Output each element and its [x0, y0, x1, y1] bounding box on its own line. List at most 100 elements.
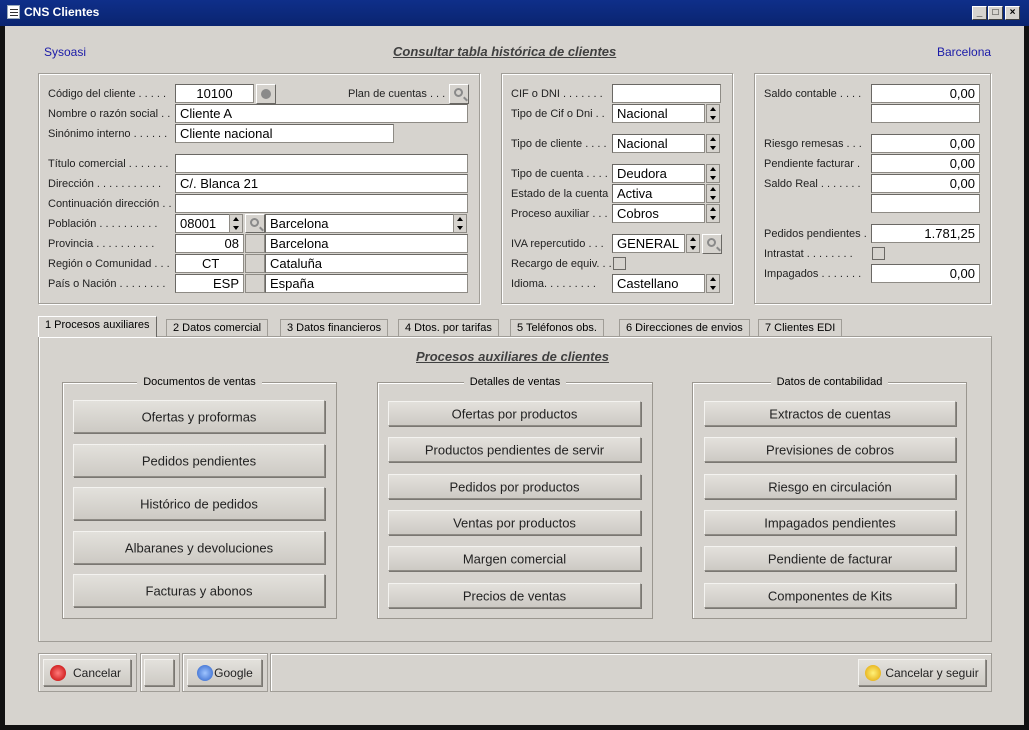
titulo-field[interactable] — [175, 154, 468, 173]
idioma-spinner[interactable] — [706, 274, 720, 293]
tab-clientes-edi[interactable]: 7 Clientes EDI — [758, 319, 843, 336]
cancel-button[interactable]: Cancelar — [43, 659, 131, 686]
plan-search-button[interactable] — [449, 84, 469, 104]
iva-spinner[interactable] — [686, 234, 700, 253]
provincia-field[interactable]: Barcelona — [265, 234, 468, 253]
provincia-label: Provincia . . . . . . . . . . — [48, 238, 155, 250]
ventas-productos-button[interactable]: Ventas por productos — [388, 510, 641, 535]
saldo-extra-field[interactable] — [871, 104, 980, 123]
tipo-cif-field[interactable]: Nacional — [612, 104, 705, 123]
saldo-contable-field[interactable]: 0,00 — [871, 84, 980, 103]
iva-label: IVA repercutido . . . — [511, 238, 604, 250]
codigo-label: Código del cliente . . . . . — [48, 88, 167, 100]
intrastat-checkbox[interactable] — [872, 247, 885, 260]
close-button[interactable]: × — [1005, 6, 1020, 20]
pais-field[interactable]: España — [265, 274, 468, 293]
estado-spinner[interactable] — [706, 184, 720, 203]
idioma-field[interactable]: Castellano — [612, 274, 705, 293]
company-label: Sysoasi — [44, 45, 87, 59]
poblacion-field[interactable]: Barcelona — [265, 214, 454, 233]
recargo-checkbox[interactable] — [613, 257, 626, 270]
intrastat-label: Intrastat . . . . . . . . — [764, 248, 853, 260]
albaranes-button[interactable]: Albaranes y devoluciones — [73, 531, 325, 564]
provincia-code-field[interactable]: 08 — [175, 234, 244, 253]
proceso-spinner[interactable] — [706, 204, 720, 223]
saldo-real-field[interactable]: 0,00 — [871, 174, 980, 193]
sinonimo-field[interactable]: Cliente nacional — [175, 124, 394, 143]
pedidos-productos-button[interactable]: Pedidos por productos — [388, 474, 641, 499]
precios-ventas-button[interactable]: Precios de ventas — [388, 583, 641, 608]
facturas-abonos-button[interactable]: Facturas y abonos — [73, 574, 325, 607]
location-label: Barcelona — [937, 45, 992, 59]
previsiones-cobros-button[interactable]: Previsiones de cobros — [704, 437, 956, 462]
continuacion-label: Continuación dirección . . — [48, 198, 172, 210]
minimize-button[interactable]: _ — [972, 6, 987, 20]
region-code-field[interactable]: CT — [175, 254, 244, 273]
margen-comercial-button[interactable]: Margen comercial — [388, 546, 641, 571]
codigo-lookup-button[interactable] — [256, 84, 276, 104]
saldo-real-extra-field[interactable] — [871, 194, 980, 213]
poblacion-search-button[interactable] — [245, 214, 265, 233]
pais-lookup-button[interactable] — [245, 274, 265, 293]
impagados-field[interactable]: 0,00 — [871, 264, 980, 283]
poblacion-dropdown[interactable] — [453, 214, 467, 233]
historico-pedidos-button[interactable]: Histórico de pedidos — [73, 487, 325, 520]
tab-datos-comercial[interactable]: 2 Datos comercial — [166, 319, 269, 336]
estado-field[interactable]: Activa — [612, 184, 705, 203]
proceso-field[interactable]: Cobros — [612, 204, 705, 223]
pais-label: País o Nación . . . . . . . . — [48, 278, 166, 290]
group-caption: Datos de contabilidad — [770, 376, 889, 388]
tipo-cliente-spinner[interactable] — [706, 134, 720, 153]
cp-field[interactable]: 08001 — [175, 214, 230, 233]
tipo-cliente-field[interactable]: Nacional — [612, 134, 705, 153]
extractos-cuentas-button[interactable]: Extractos de cuentas — [704, 401, 956, 426]
cp-spinner[interactable] — [229, 214, 243, 233]
tipo-cif-label: Tipo de Cif o Dni . . — [511, 108, 605, 120]
tab-telefonos[interactable]: 5 Teléfonos obs. — [510, 319, 604, 336]
iva-field[interactable]: GENERAL — [612, 234, 685, 253]
google-button[interactable]: Google — [187, 659, 262, 686]
riesgo-field[interactable]: 0,00 — [871, 134, 980, 153]
tipo-cuenta-spinner[interactable] — [706, 164, 720, 183]
riesgo-label: Riesgo remesas . . . — [764, 138, 862, 150]
pendiente-facturar-button[interactable]: Pendiente de facturar — [704, 546, 956, 571]
direccion-field[interactable]: C/. Blanca 21 — [175, 174, 468, 193]
continuacion-field[interactable] — [175, 194, 468, 213]
pedidos-label: Pedidos pendientes . — [764, 228, 867, 240]
nombre-field[interactable]: Cliente A — [175, 104, 468, 123]
title-bar: CNS Clientes _ □ × — [0, 0, 1029, 26]
tipo-cuenta-field[interactable]: Deudora — [612, 164, 705, 183]
impagados-pendientes-button[interactable]: Impagados pendientes — [704, 510, 956, 535]
idioma-label: Idioma. . . . . . . . . — [511, 278, 596, 290]
ofertas-productos-button[interactable]: Ofertas por productos — [388, 401, 641, 426]
cif-field[interactable] — [612, 84, 721, 103]
provincia-lookup-button[interactable] — [245, 234, 265, 253]
cancel-continue-button[interactable]: Cancelar y seguir — [858, 659, 986, 686]
iva-search-button[interactable] — [702, 234, 722, 254]
pendiente-field[interactable]: 0,00 — [871, 154, 980, 173]
maximize-button[interactable]: □ — [988, 6, 1003, 20]
productos-pendientes-button[interactable]: Productos pendientes de servir — [388, 437, 641, 462]
tipo-cif-spinner[interactable] — [706, 104, 720, 123]
recargo-label: Recargo de equiv. . . — [511, 258, 612, 270]
tab-procesos-auxiliares[interactable]: 1 Procesos auxiliares — [38, 316, 157, 337]
plan-label: Plan de cuentas . . . — [348, 88, 446, 100]
group-caption: Detalles de ventas — [463, 376, 567, 388]
componentes-kits-button[interactable]: Componentes de Kits — [704, 583, 956, 608]
ofertas-proformas-button[interactable]: Ofertas y proformas — [73, 400, 325, 433]
tab-direcciones[interactable]: 6 Direcciones de envios — [619, 319, 750, 336]
pais-code-field[interactable]: ESP — [175, 274, 244, 293]
pedidos-field[interactable]: 1.781,25 — [871, 224, 980, 243]
riesgo-circulacion-button[interactable]: Riesgo en circulación — [704, 474, 956, 499]
cif-label: CIF o DNI . . . . . . . — [511, 88, 603, 100]
search-icon — [454, 88, 463, 97]
blank-button[interactable] — [144, 659, 174, 686]
tab-dtos-tarifas[interactable]: 4 Dtos. por tarifas — [398, 319, 499, 336]
pendiente-label: Pendiente facturar . — [764, 158, 861, 170]
region-field[interactable]: Cataluña — [265, 254, 468, 273]
impagados-label: Impagados . . . . . . . — [764, 268, 862, 280]
codigo-field[interactable]: 10100 — [175, 84, 254, 103]
region-lookup-button[interactable] — [245, 254, 265, 273]
pedidos-pendientes-button[interactable]: Pedidos pendientes — [73, 444, 325, 477]
tab-datos-financieros[interactable]: 3 Datos financieros — [280, 319, 389, 336]
